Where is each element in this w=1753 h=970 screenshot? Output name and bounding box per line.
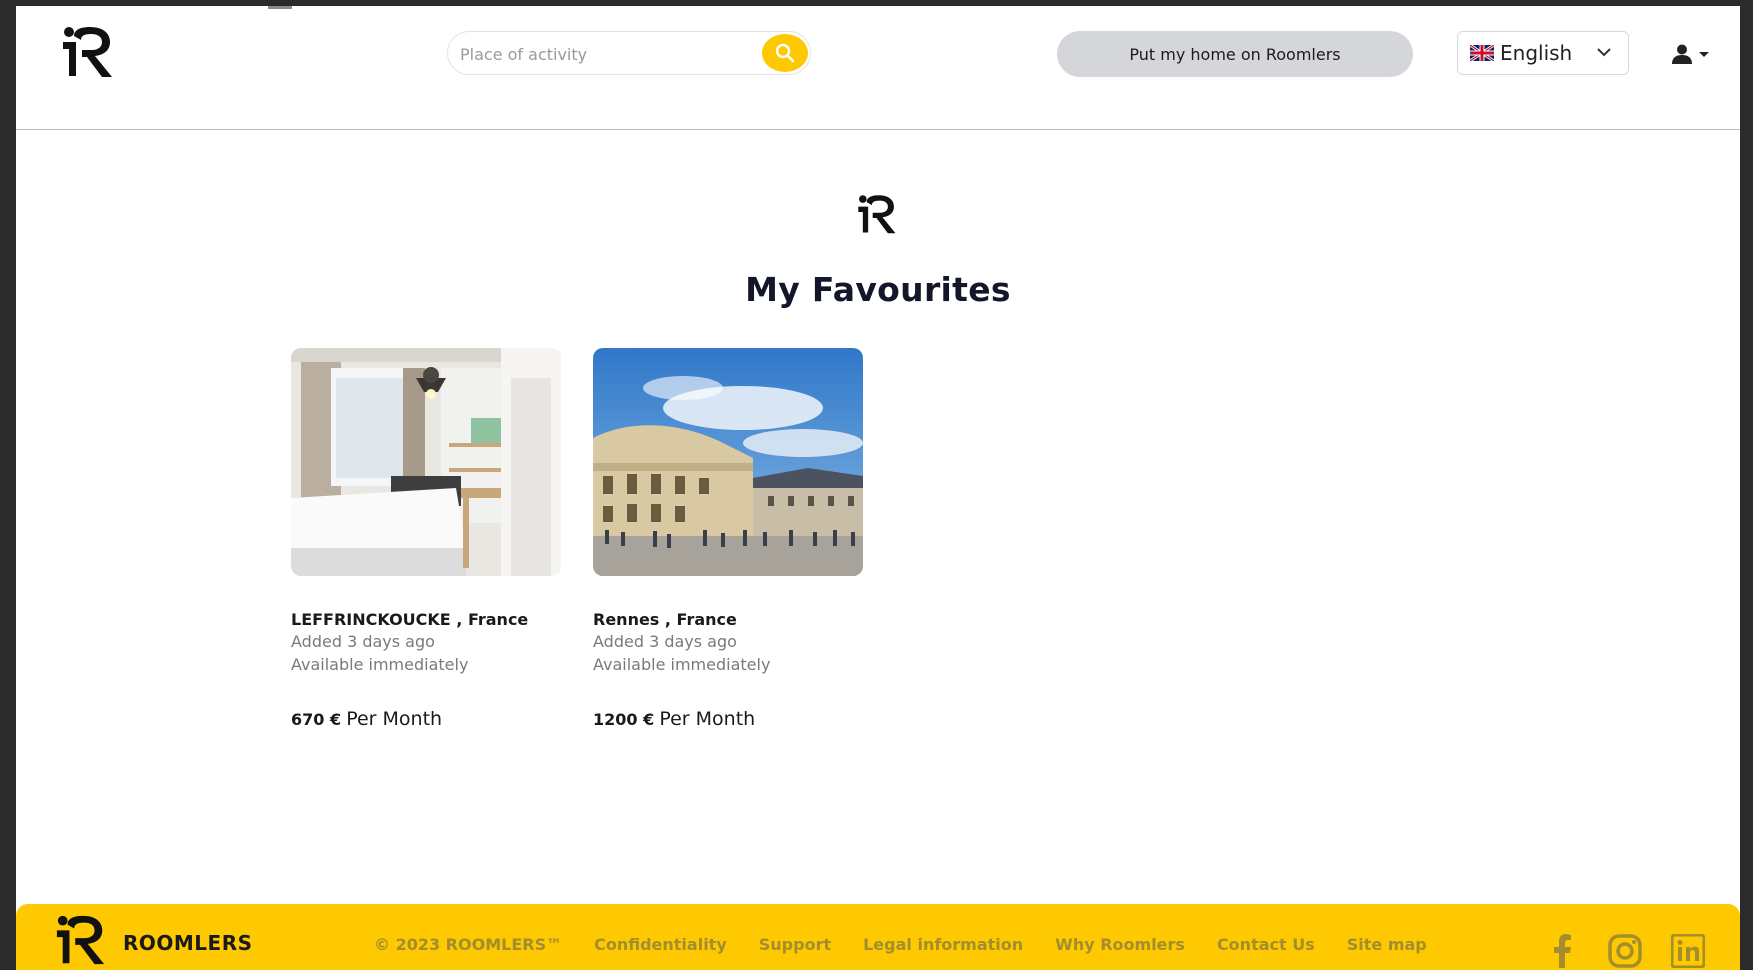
footer-link-legal[interactable]: Legal information [863, 935, 1023, 954]
footer-link-confidentiality[interactable]: Confidentiality [594, 935, 727, 954]
page: Put my home on Roomlers English [16, 6, 1740, 970]
footer-link-why-roomlers[interactable]: Why Roomlers [1055, 935, 1185, 954]
user-menu[interactable] [1671, 44, 1715, 64]
listing-price: 670 € Per Month [291, 708, 442, 730]
page-title: My Favourites [745, 270, 1011, 309]
listing-added: Added 3 days ago [291, 632, 435, 651]
footer-copyright: © 2023 ROOMLERS™ [374, 935, 563, 954]
listing-availability: Available immediately [291, 655, 469, 674]
price-period: Per Month [346, 708, 443, 730]
listing-location: LEFFRINCKOUCKE , France [291, 610, 529, 629]
search-input[interactable] [458, 42, 752, 66]
language-label: English [1500, 41, 1573, 65]
roomlers-logo-center [858, 195, 896, 234]
linkedin-icon[interactable] [1671, 934, 1705, 968]
footer-links: © 2023 ROOMLERS™ Confidentiality Support… [374, 935, 1459, 954]
listing-added: Added 3 days ago [593, 632, 737, 651]
roomlers-logo[interactable] [60, 24, 118, 82]
roomlers-logo-footer[interactable] [54, 912, 110, 970]
listing-price: 1200 € Per Month [593, 708, 755, 730]
put-home-button[interactable]: Put my home on Roomlers [1057, 31, 1413, 77]
header: Put my home on Roomlers English [16, 6, 1740, 130]
user-icon [1672, 44, 1692, 64]
listing-availability: Available immediately [593, 655, 771, 674]
listing-location: Rennes , France [593, 610, 737, 629]
footer-link-contact[interactable]: Contact Us [1217, 935, 1315, 954]
search-button[interactable] [762, 34, 808, 72]
listing-card[interactable]: LEFFRINCKOUCKE , France Added 3 days ago… [291, 348, 561, 730]
caret-down-icon [1699, 52, 1709, 57]
footer-brand: ROOMLERS [123, 931, 253, 955]
chevron-down-icon [1597, 48, 1611, 57]
search-icon [775, 43, 795, 63]
price-amount: 670 € [291, 710, 342, 729]
facebook-icon[interactable] [1551, 934, 1573, 968]
footer-link-support[interactable]: Support [759, 935, 831, 954]
language-select[interactable]: English [1457, 31, 1629, 75]
footer: ROOMLERS © 2023 ROOMLERS™ Confidentialit… [16, 904, 1740, 970]
listing-photo-rennes[interactable] [593, 348, 863, 576]
price-period: Per Month [659, 708, 756, 730]
instagram-icon[interactable] [1608, 934, 1642, 968]
price-amount: 1200 € [593, 710, 655, 729]
search-bar [447, 31, 811, 75]
listing-card[interactable]: Rennes , France Added 3 days ago Availab… [593, 348, 863, 730]
listing-photo-bedroom[interactable] [291, 348, 561, 576]
footer-link-sitemap[interactable]: Site map [1347, 935, 1427, 954]
uk-flag-icon [1470, 45, 1494, 61]
